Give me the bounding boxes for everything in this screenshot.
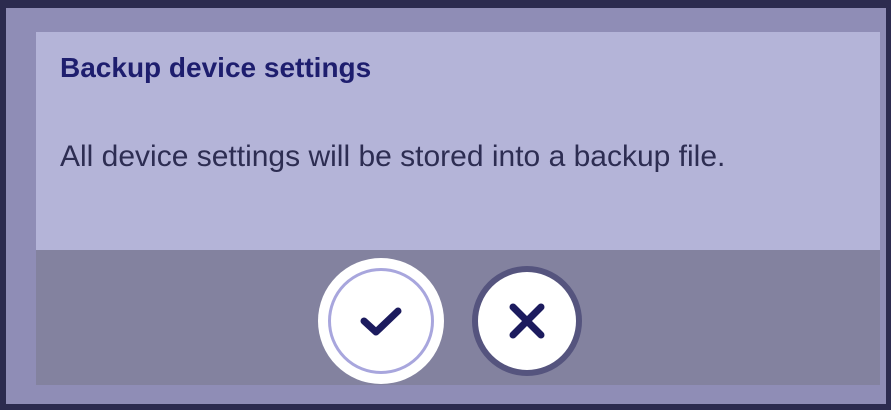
backup-dialog: Backup device settings All device settin… bbox=[6, 8, 886, 404]
checkmark-icon bbox=[357, 301, 405, 341]
close-icon bbox=[507, 301, 547, 341]
dialog-message: All device settings will be stored into … bbox=[60, 140, 726, 173]
cancel-button[interactable] bbox=[472, 266, 582, 376]
confirm-button-ring[interactable] bbox=[328, 268, 434, 374]
dialog-footer bbox=[36, 250, 880, 385]
confirm-button[interactable] bbox=[318, 258, 444, 384]
dialog-body: Backup device settings All device settin… bbox=[36, 32, 880, 250]
dialog-title: Backup device settings bbox=[60, 52, 372, 83]
